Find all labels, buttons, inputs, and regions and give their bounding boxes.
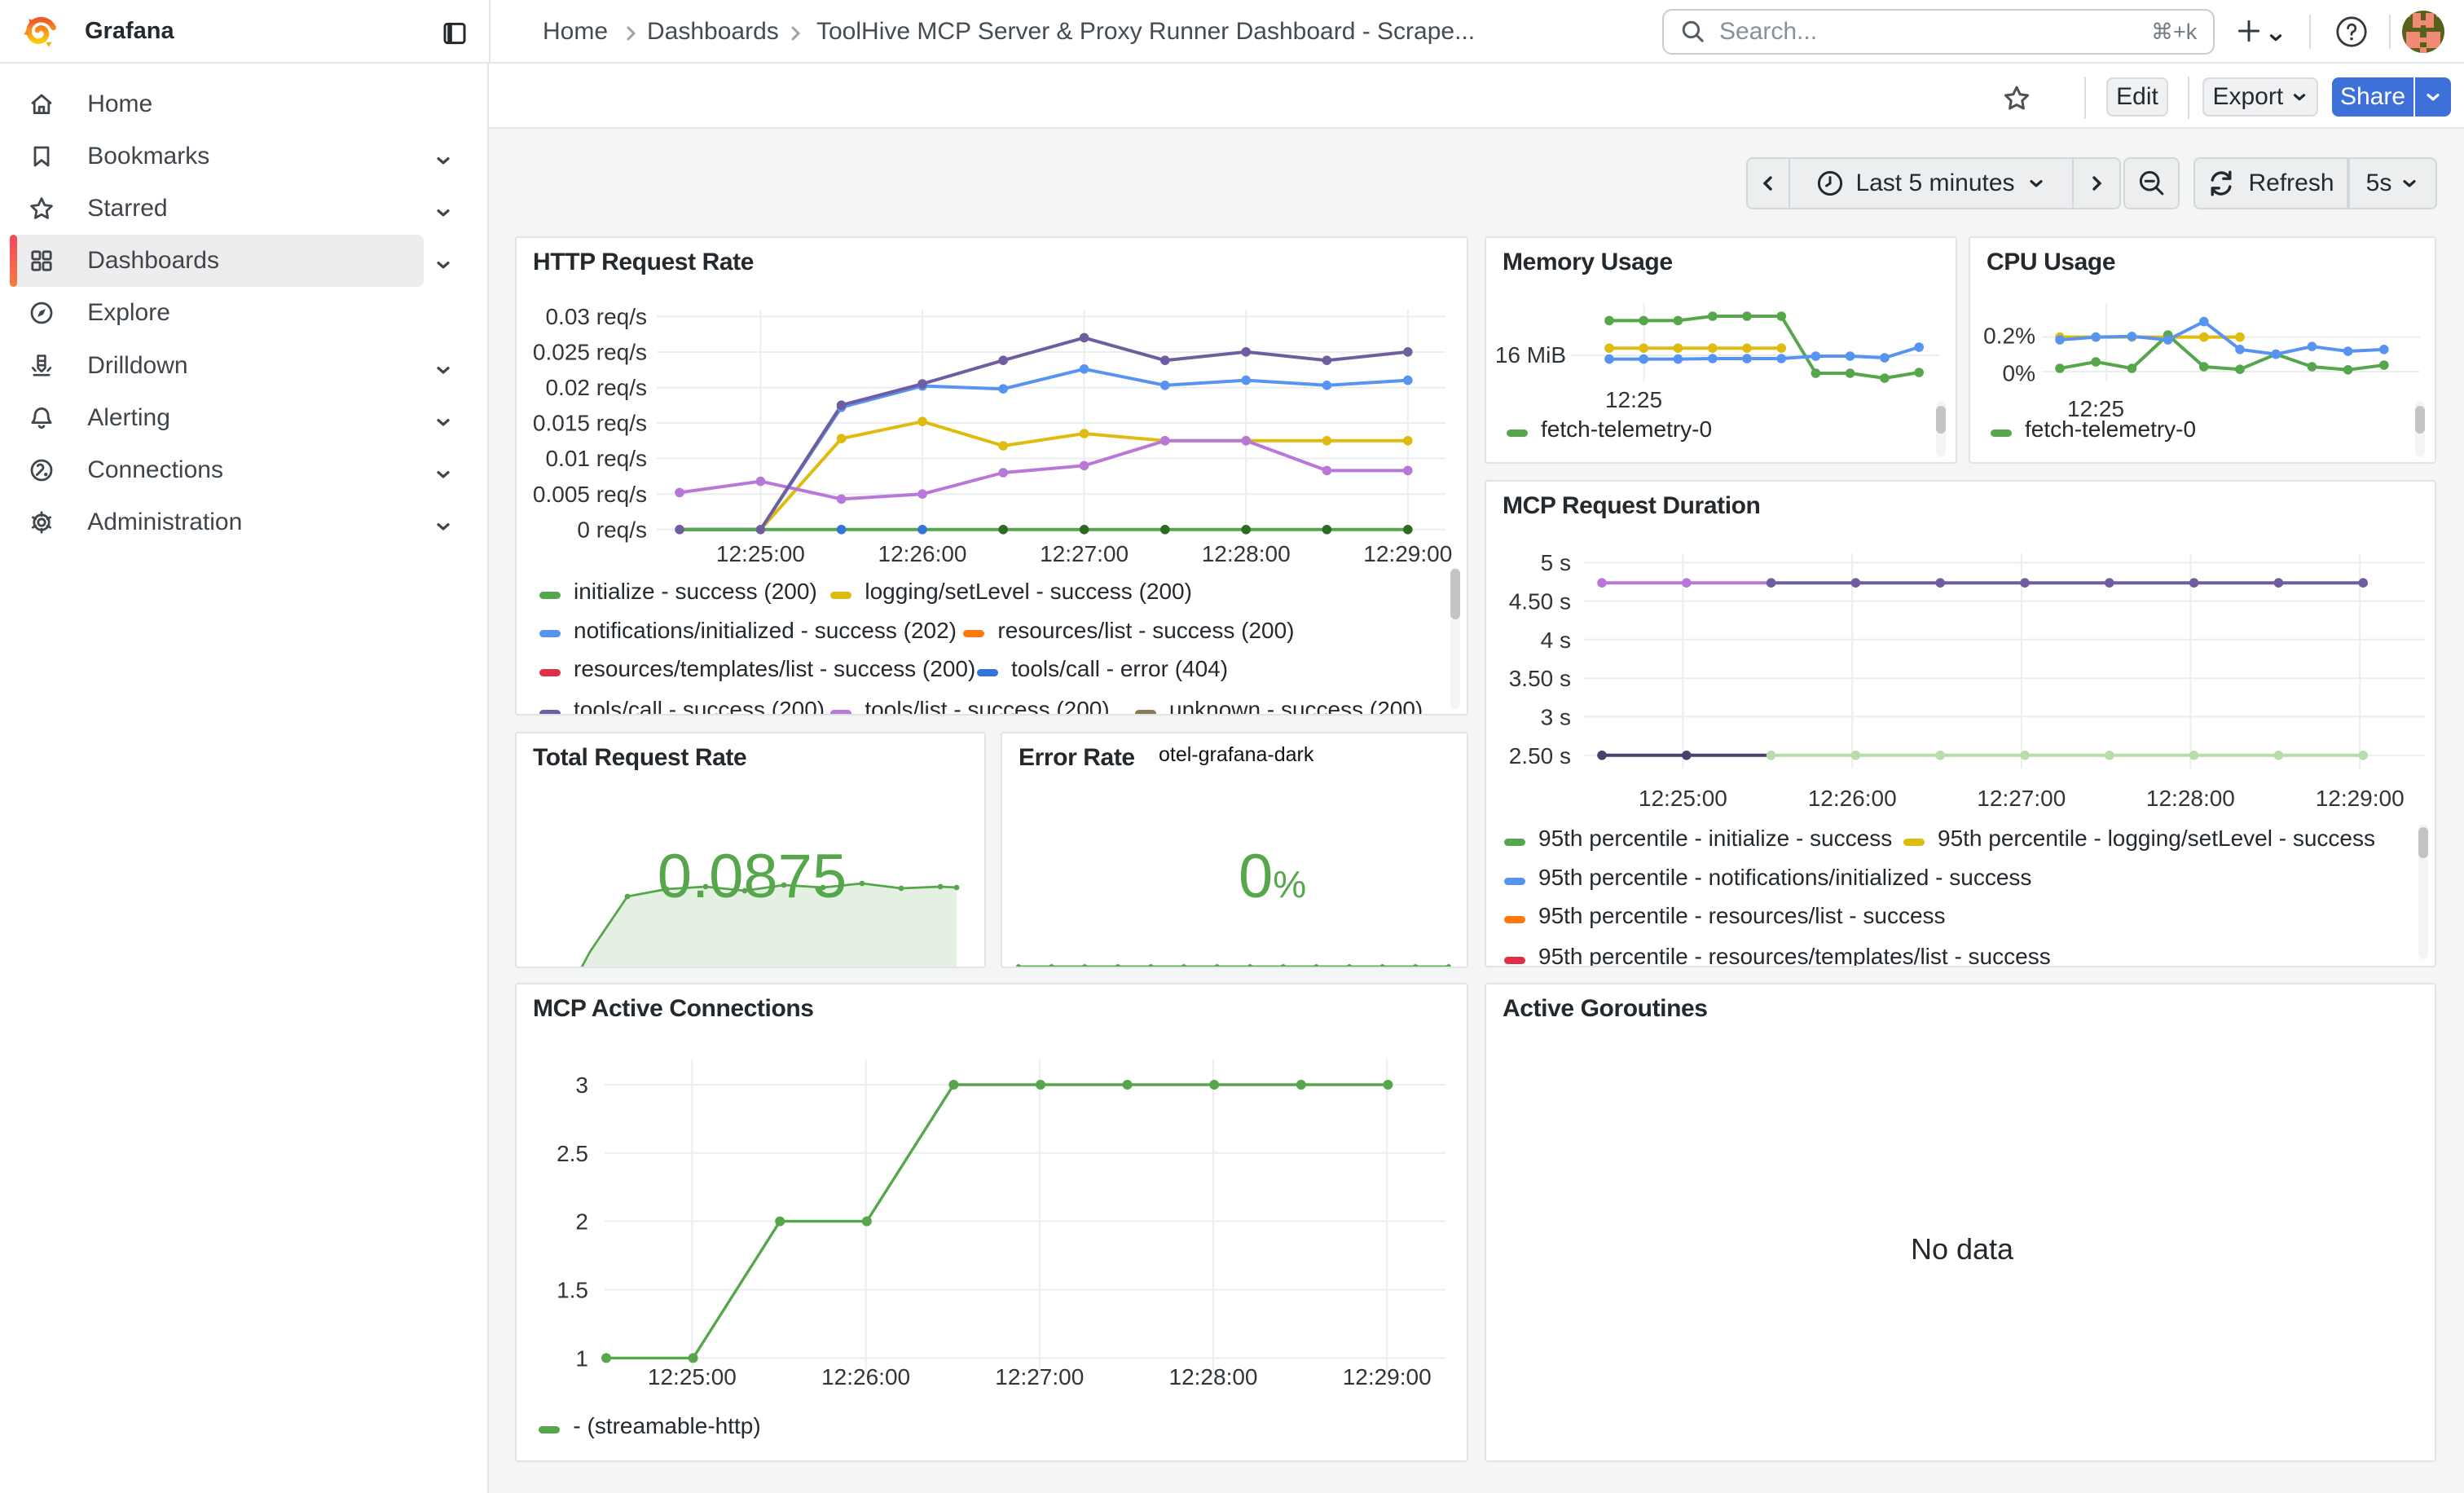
svg-text:2.5: 2.5: [557, 1141, 588, 1166]
svg-text:12:29:00: 12:29:00: [2316, 786, 2405, 811]
svg-text:12:25:00: 12:25:00: [648, 1364, 737, 1390]
svg-text:0%: 0%: [2003, 361, 2035, 386]
svg-text:12:26:00: 12:26:00: [821, 1364, 910, 1390]
svg-text:12:28:00: 12:28:00: [1202, 541, 1291, 566]
svg-text:0.005 req/s: 0.005 req/s: [533, 482, 647, 507]
svg-text:0.01 req/s: 0.01 req/s: [545, 446, 647, 471]
svg-text:2: 2: [575, 1209, 588, 1235]
svg-text:4.50 s: 4.50 s: [1509, 589, 1571, 614]
svg-text:12:27:00: 12:27:00: [1040, 541, 1129, 566]
svg-text:12:27:00: 12:27:00: [1977, 786, 2066, 811]
svg-text:0.02 req/s: 0.02 req/s: [545, 375, 647, 400]
svg-text:12:27:00: 12:27:00: [995, 1364, 1084, 1390]
svg-text:12:25: 12:25: [1605, 387, 1662, 412]
svg-text:12:25:00: 12:25:00: [716, 541, 805, 566]
svg-text:3: 3: [575, 1072, 588, 1098]
svg-text:3 s: 3 s: [1541, 704, 1571, 729]
svg-text:0.025 req/s: 0.025 req/s: [533, 340, 647, 365]
svg-text:1.5: 1.5: [557, 1278, 588, 1303]
svg-text:12:28:00: 12:28:00: [2146, 786, 2235, 811]
svg-text:0.2%: 0.2%: [1983, 324, 2035, 349]
svg-text:16 MiB: 16 MiB: [1495, 342, 1566, 368]
svg-text:3.50 s: 3.50 s: [1509, 666, 1571, 691]
svg-text:0.03 req/s: 0.03 req/s: [545, 304, 647, 329]
svg-text:0 req/s: 0 req/s: [577, 517, 647, 542]
svg-text:5 s: 5 s: [1541, 550, 1571, 575]
svg-text:12:29:00: 12:29:00: [1343, 1364, 1432, 1390]
svg-text:2.50 s: 2.50 s: [1509, 743, 1571, 769]
svg-text:0.015 req/s: 0.015 req/s: [533, 411, 647, 436]
svg-text:12:26:00: 12:26:00: [1808, 786, 1897, 811]
svg-text:12:26:00: 12:26:00: [878, 541, 967, 566]
svg-text:1: 1: [575, 1345, 588, 1371]
svg-text:12:28:00: 12:28:00: [1169, 1364, 1258, 1390]
svg-text:4 s: 4 s: [1541, 628, 1571, 653]
svg-text:12:25:00: 12:25:00: [1639, 786, 1727, 811]
svg-text:12:29:00: 12:29:00: [1363, 541, 1452, 566]
